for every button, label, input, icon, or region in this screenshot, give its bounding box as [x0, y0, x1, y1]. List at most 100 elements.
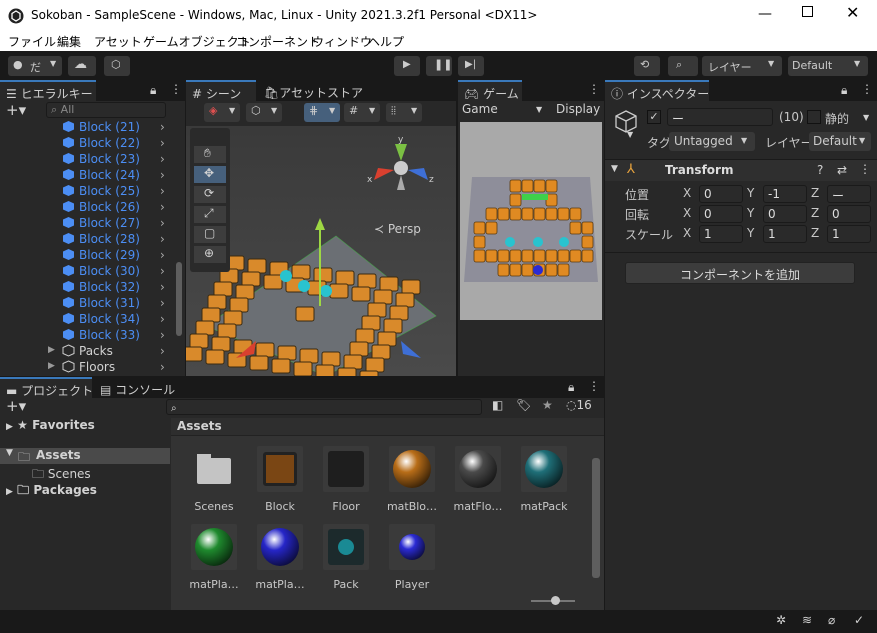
menu-component[interactable]: コンポーネント	[236, 33, 320, 50]
help-icon[interactable]: ?	[817, 163, 823, 177]
layer-dropdown[interactable]: Default ▼	[809, 132, 871, 151]
transform-x-field[interactable]: 0	[699, 205, 743, 223]
lock-icon[interactable]: 🔒︎	[841, 83, 847, 98]
asset-item[interactable]: Scenes	[181, 446, 247, 513]
asset-item[interactable]: Block	[247, 446, 313, 513]
hierarchy-item-block[interactable]: Block (21) ›	[0, 120, 175, 136]
projection-toggle[interactable]: ≺ Persp	[374, 222, 421, 236]
tag-dropdown[interactable]: Untagged ▼	[669, 132, 755, 151]
layout-dropdown[interactable]: Default ▼	[788, 56, 868, 76]
more-icon[interactable]: ⋮	[588, 82, 600, 96]
menu-file[interactable]: ファイル	[8, 33, 56, 50]
hierarchy-item-block[interactable]: Block (25) ›	[0, 184, 175, 200]
chevron-right-icon[interactable]: ›	[160, 152, 165, 166]
add-component-button[interactable]: コンポーネントを追加	[625, 262, 855, 284]
increment-dropdown[interactable]: ⦙⦙ ▼	[386, 103, 422, 122]
transform-x-field[interactable]: 1	[699, 225, 743, 243]
rect-tool-button[interactable]: ▢	[194, 226, 226, 243]
breadcrumb-assets[interactable]: Assets	[177, 419, 222, 433]
chevron-right-icon[interactable]: ›	[160, 200, 165, 214]
hierarchy-scrollbar[interactable]	[176, 262, 182, 336]
static-checkbox[interactable]	[807, 110, 821, 124]
hierarchy-item-block[interactable]: Block (24) ›	[0, 168, 175, 184]
tab-hierarchy[interactable]: ☰ ヒエラルキー	[0, 80, 96, 101]
chevron-down-icon[interactable]: ▼	[863, 113, 869, 122]
tab-inspector[interactable]: ⓘ インスペクター	[605, 80, 709, 101]
transform-x-field[interactable]: 0	[699, 185, 743, 203]
foldout-icon[interactable]: ▶	[48, 345, 55, 355]
transform-y-field[interactable]: -1	[763, 185, 807, 203]
account-dropdown[interactable]: ● だ ▼	[8, 56, 62, 76]
asset-item[interactable]: matPack	[511, 446, 577, 513]
create-asset-button[interactable]: +▾	[6, 397, 26, 415]
maximize-button[interactable]	[802, 6, 813, 17]
debug-mode-icon[interactable]: ⌀	[828, 613, 835, 627]
check-icon[interactable]: ✓	[854, 613, 864, 627]
chevron-right-icon[interactable]: ›	[160, 328, 165, 342]
transform-z-field[interactable]: ー	[827, 185, 871, 203]
lock-icon[interactable]: 🔒︎	[568, 380, 574, 395]
snap-toggle[interactable]: ⋕ ▼	[304, 103, 340, 122]
menu-assets[interactable]: アセット	[94, 33, 142, 50]
hierarchy-search-input[interactable]: ⌕ All	[46, 102, 166, 118]
asset-item[interactable]: matPla…	[247, 524, 313, 591]
transform-y-field[interactable]: 0	[763, 205, 807, 223]
hand-tool-button[interactable]: ✋︎	[194, 146, 226, 163]
type-filter-icon[interactable]: ◧	[492, 398, 503, 412]
game-mode-dropdown[interactable]: Game	[462, 102, 498, 116]
chevron-right-icon[interactable]: ›	[160, 232, 165, 246]
search-button[interactable]: ⌕	[668, 56, 698, 76]
asset-scrollbar[interactable]	[592, 458, 600, 578]
lock-icon[interactable]: 🔒︎	[150, 83, 156, 98]
chevron-right-icon[interactable]: ›	[160, 296, 165, 310]
asset-item[interactable]: Player	[379, 524, 445, 591]
history-button[interactable]: ⟲	[634, 56, 660, 76]
grid-dropdown[interactable]: # ▼	[344, 103, 380, 122]
play-button[interactable]: ▶	[394, 56, 420, 76]
foldout-icon[interactable]: ▼	[611, 164, 618, 174]
tab-asset-store[interactable]: 🛍︎アセットストア	[258, 80, 363, 101]
chevron-right-icon[interactable]: ›	[160, 168, 165, 182]
display-dropdown[interactable]: Display	[556, 102, 600, 116]
chevron-right-icon[interactable]: ›	[160, 280, 165, 294]
foldout-icon[interactable]: ▶	[48, 361, 55, 371]
more-icon[interactable]: ⋮	[861, 82, 873, 96]
label-filter-icon[interactable]: 🏷︎	[516, 398, 531, 412]
hidden-packages-toggle[interactable]: ◌16	[566, 398, 592, 412]
project-search-input[interactable]: ⌕	[166, 399, 482, 415]
chevron-right-icon[interactable]: ›	[160, 312, 165, 326]
rotate-tool-button[interactable]: ⟳	[194, 186, 226, 203]
tab-game[interactable]: 🎮︎ ゲーム	[458, 80, 522, 101]
hierarchy-item-block[interactable]: Block (28) ›	[0, 232, 175, 248]
chevron-right-icon[interactable]: ›	[160, 344, 165, 358]
chevron-right-icon[interactable]: ›	[160, 216, 165, 230]
hierarchy-item-block[interactable]: Block (26) ›	[0, 200, 175, 216]
favorites-item[interactable]: ▶ ★ Favorites	[6, 418, 95, 432]
more-icon[interactable]: ⋮	[170, 82, 182, 96]
asset-item[interactable]: matPla…	[181, 524, 247, 591]
hierarchy-item-group[interactable]: ▶ Floors ›	[0, 360, 175, 376]
move-y-arrow[interactable]	[315, 218, 325, 230]
hierarchy-item-block[interactable]: Block (31) ›	[0, 296, 175, 312]
asset-item[interactable]: matFlo…	[445, 446, 511, 513]
scale-tool-button[interactable]: ⤢	[194, 206, 226, 223]
hierarchy-item-group[interactable]: ▶ Packs ›	[0, 344, 175, 360]
cloud-button[interactable]: ☁	[68, 56, 96, 76]
tab-console[interactable]: ▤ コンソール	[94, 377, 184, 398]
hierarchy-item-block[interactable]: Block (33) ›	[0, 328, 175, 344]
hierarchy-item-block[interactable]: Block (29) ›	[0, 248, 175, 264]
more-icon[interactable]: ⋮	[588, 379, 600, 393]
transform-z-field[interactable]: 0	[827, 205, 871, 223]
more-icon[interactable]: ⋮	[859, 162, 871, 176]
preset-icon[interactable]: ⇄	[837, 163, 847, 177]
chevron-right-icon[interactable]: ›	[160, 360, 165, 374]
collab-button[interactable]: ⬡	[104, 56, 130, 76]
orientation-gizmo[interactable]: y x z	[366, 130, 436, 200]
move-tool-button[interactable]: ✥	[194, 166, 226, 183]
game-viewport[interactable]	[460, 122, 602, 320]
chevron-right-icon[interactable]: ›	[160, 136, 165, 150]
cache-icon[interactable]: ≋	[802, 613, 812, 627]
chevron-right-icon[interactable]: ›	[160, 264, 165, 278]
tab-scene[interactable]: # シーン	[186, 80, 256, 101]
draw-mode-dropdown[interactable]: ◈ ▼	[204, 103, 240, 122]
